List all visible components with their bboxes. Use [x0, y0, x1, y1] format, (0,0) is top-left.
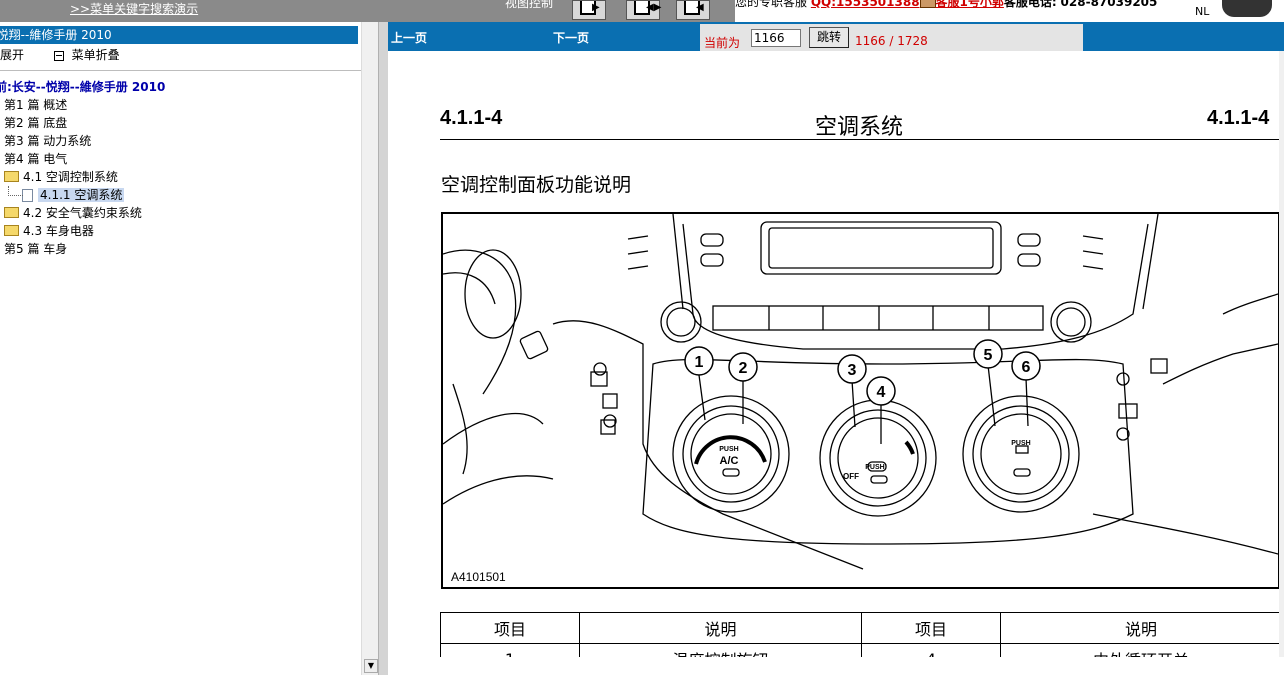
tree-item-part4[interactable]: 第4 篇 电气: [0, 150, 361, 168]
sidebar: --悦翔--維修手册 2010 单展开 菜单折叠 前:长安--悦翔--維修手册 …: [0, 22, 362, 675]
page-number-input[interactable]: [751, 29, 801, 47]
tree-item-label: 4.3 车身电器: [23, 224, 94, 238]
frame-left-icon: ▶: [580, 1, 600, 15]
tree-item-label: 第5 篇 车身: [4, 242, 68, 256]
document-bottom-margin: [388, 657, 1284, 675]
knob2-push-label: PUSH: [865, 464, 884, 471]
knob3-push-label: PUSH: [1011, 440, 1030, 447]
menu-expand-button[interactable]: 单展开: [0, 48, 24, 62]
table-row: 1 温度控制旋钮 4 内外循环开关: [440, 643, 1279, 657]
document-page: 4.1.1-4 空调系统 4.1.1-4 空调控制面板功能说明 1 2 3 4 …: [388, 51, 1279, 657]
tree-item-4-3[interactable]: 4.3 车身电器: [0, 222, 361, 240]
logo-icon: [1222, 0, 1272, 17]
view-both-frames-button[interactable]: ◀▶: [626, 0, 661, 20]
mode-knob: [962, 395, 1080, 513]
qq-link[interactable]: QQ:1553501388: [811, 0, 920, 9]
figure-id: A4101501: [451, 570, 506, 584]
function-table: 项目 说明 项目 说明 1 温度控制旋钮 4 内外循环开关: [440, 612, 1279, 657]
callout-4: 4: [877, 384, 886, 401]
phone-number: 028-87039205: [1060, 0, 1158, 9]
corner-text: NL: [1195, 5, 1210, 18]
phone-label: 客服电话:: [1003, 0, 1057, 9]
tree-item-label: 第4 篇 电气: [4, 152, 68, 166]
table-header: 说明: [579, 612, 862, 644]
page-icon: [22, 189, 33, 202]
sidebar-scrollbar[interactable]: ▼: [361, 22, 378, 675]
callout-2: 2: [739, 360, 748, 377]
menu-controls: 单展开 菜单折叠: [0, 46, 120, 64]
table-header-row: 项目 说明 项目 说明: [440, 612, 1279, 644]
tree-item-part3[interactable]: 第3 篇 动力系统: [0, 132, 361, 150]
mail-icon: [919, 0, 936, 8]
tree-root-label: 前:长安--悦翔--維修手册 2010: [0, 80, 166, 94]
table-cell: 4: [861, 643, 1001, 657]
view-control-label: 视图控制: [505, 0, 554, 10]
temperature-knob: [672, 395, 790, 513]
keyword-search-demo-link[interactable]: >>菜单关键字搜索演示: [70, 0, 198, 17]
knob1-push-label: PUSH: [719, 446, 738, 453]
callout-5: 5: [984, 347, 993, 364]
menu-collapse-button[interactable]: 菜单折叠: [72, 48, 120, 62]
tree-root[interactable]: 前:长安--悦翔--維修手册 2010: [0, 78, 361, 96]
book-title: --悦翔--維修手册 2010: [0, 28, 112, 42]
table-header: 说明: [1000, 612, 1279, 644]
section-title: 空调系统: [815, 115, 904, 140]
table-header: 项目: [440, 612, 580, 644]
section-number-left: 4.1.1-4: [440, 107, 503, 129]
section-number-right: 4.1.1-4: [1207, 107, 1270, 129]
current-page-label: 当前为: [704, 36, 741, 50]
tree-item-label: 第1 篇 概述: [4, 98, 68, 112]
folder-open-icon: [4, 171, 19, 182]
jump-button[interactable]: 跳转: [809, 27, 849, 48]
service-prefix: 您的专职客服: [735, 0, 808, 9]
customer-service-bar: 您的专职客服 QQ:1553501388 客服1号小郭客服电话: 028-8703…: [735, 0, 1197, 22]
folder-icon: [4, 225, 19, 236]
control-panel-figure: 1 2 3 4 5 6 PUSH A/C PUSH OFF PUSH A4101…: [441, 212, 1279, 589]
book-title-bar: --悦翔--維修手册 2010: [0, 26, 358, 44]
tree-item-label: 第3 篇 动力系统: [4, 134, 92, 148]
table-cell: 内外循环开关: [1000, 643, 1279, 657]
folder-icon: [4, 207, 19, 218]
fan-speed-knob: [819, 399, 937, 517]
tree-item-part2[interactable]: 第2 篇 底盘: [0, 114, 361, 132]
tree-item-4-2[interactable]: 4.2 安全气囊约束系统: [0, 204, 361, 222]
collapse-icon: [53, 50, 64, 61]
page-jump-box: 当前为 跳转 1166 / 1728: [700, 24, 1083, 51]
callout-3: 3: [848, 362, 857, 379]
view-right-frame-button[interactable]: ◀: [676, 0, 710, 20]
table-cell: 1: [440, 643, 580, 657]
table-header: 项目: [861, 612, 1001, 644]
tree-connector: [8, 186, 23, 196]
top-toolbar: >>菜单关键字搜索演示 视图控制 ▶ ◀▶ ◀ 您的专职客服 QQ:155350…: [0, 0, 1284, 22]
view-left-frame-button[interactable]: ▶: [572, 0, 606, 20]
tree-item-part1[interactable]: 第1 篇 概述: [0, 96, 361, 114]
callout-1: 1: [695, 354, 704, 371]
page-count: 1166 / 1728: [855, 34, 928, 48]
tree-item-part5[interactable]: 第5 篇 车身: [0, 240, 361, 258]
frame-split-icon: ◀▶: [634, 1, 661, 15]
page-subtitle: 空调控制面板功能说明: [441, 174, 632, 196]
tree-item-label: 第2 篇 底盘: [4, 116, 68, 130]
next-page-link[interactable]: 下一页: [553, 29, 589, 46]
chapter-tree: 前:长安--悦翔--維修手册 2010 第1 篇 概述 第2 篇 底盘 第3 篇…: [0, 78, 361, 258]
service-name-link[interactable]: 客服1号小郭: [936, 0, 1004, 9]
tree-item-label-selected: 4.1.1 空调系统: [38, 188, 125, 202]
tree-item-4-1-1[interactable]: 4.1.1 空调系统: [0, 186, 361, 204]
table-cell: 温度控制旋钮: [579, 643, 862, 657]
scroll-down-icon[interactable]: ▼: [364, 659, 378, 673]
header-rule: [440, 139, 1279, 140]
knob2-off-label: OFF: [843, 472, 859, 481]
divider: [0, 70, 361, 71]
prev-page-link[interactable]: 上一页: [391, 29, 427, 46]
knob1-ac-label: A/C: [720, 455, 739, 467]
control-panel-drawing: 1 2 3 4 5 6 PUSH A/C PUSH OFF PUSH: [443, 214, 1278, 570]
tree-item-label: 4.2 安全气囊约束系统: [23, 206, 142, 220]
logo-area: NL: [1195, 0, 1284, 22]
tree-item-label: 4.1 空调控制系统: [23, 170, 118, 184]
document-scrollbar[interactable]: [1279, 51, 1284, 675]
frame-right-icon: ◀: [684, 1, 704, 15]
tree-item-4-1[interactable]: 4.1 空调控制系统: [0, 168, 361, 186]
callout-6: 6: [1022, 359, 1031, 376]
page-nav-bar: 上一页 下一页 当前为 跳转 1166 / 1728: [388, 22, 1284, 51]
